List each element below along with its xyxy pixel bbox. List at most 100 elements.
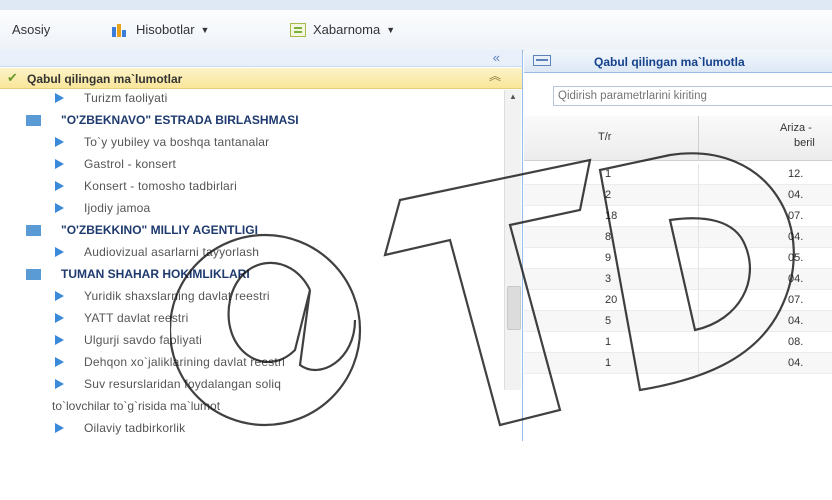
- triangle-right-icon: [55, 423, 64, 433]
- chevron-down-icon: ▼: [386, 24, 396, 35]
- right-panel-title: Qabul qilingan ma`lumotla: [594, 55, 745, 69]
- accordion-title: Qabul qilingan ma`lumotlar: [27, 72, 183, 86]
- table-row[interactable]: 2 04.: [524, 185, 832, 206]
- cell-tr: 20: [605, 294, 618, 306]
- folder-icon: [26, 225, 41, 236]
- menu-reports[interactable]: Hisobotlar ▼: [112, 22, 209, 37]
- table-row[interactable]: 1 12.: [524, 164, 832, 185]
- cell-ariza-date: 04.: [788, 273, 804, 285]
- triangle-right-icon: [55, 93, 64, 103]
- cell-tr: 2: [605, 189, 612, 201]
- cell-tr: 9: [605, 252, 612, 264]
- cell-ariza-date: 07.: [788, 210, 804, 222]
- tree-item-label: Ulgurji savdo faoliyati: [84, 333, 202, 347]
- cell-divider: [698, 185, 699, 205]
- menu-bulletin-label: Xabarnoma: [313, 22, 381, 37]
- column-divider: [698, 116, 699, 160]
- search-input[interactable]: [553, 86, 832, 106]
- check-icon: ✔: [7, 70, 18, 85]
- cell-ariza-date: 04.: [788, 189, 804, 201]
- left-panel: « ✔ Qabul qilingan ma`lumotlar ︽ Turizm …: [0, 50, 523, 441]
- column-header-ariza[interactable]: Ariza -: [780, 122, 812, 134]
- table-row[interactable]: 5 04.: [524, 311, 832, 332]
- table-row[interactable]: 18 07.: [524, 206, 832, 227]
- menu-bulletin[interactable]: Xabarnoma ▼: [290, 22, 395, 37]
- column-header-tr[interactable]: T/r: [598, 131, 611, 143]
- cell-divider: [698, 353, 699, 373]
- triangle-right-icon: [55, 357, 64, 367]
- tree-group-label: "O'ZBEKKINO" MILLIY AGENTLIGI: [61, 223, 258, 237]
- tree-item-label: Suv resurslaridan foydalangan soliq: [84, 377, 282, 391]
- triangle-right-icon: [55, 181, 64, 191]
- panel-list-icon: [533, 55, 551, 66]
- triangle-right-icon: [55, 137, 64, 147]
- menu-home-label: Asosiy: [12, 22, 51, 37]
- cell-tr: 1: [605, 357, 612, 369]
- top-menu-bar: Asosiy Hisobotlar ▼ Xabarnoma ▼: [0, 0, 832, 51]
- menu-home[interactable]: Asosiy: [12, 22, 50, 37]
- scrollbar-thumb[interactable]: [507, 286, 521, 330]
- table-row[interactable]: 9 05.: [524, 248, 832, 269]
- cell-ariza-date: 12.: [788, 168, 804, 180]
- chart-icon: [112, 23, 130, 37]
- table-row[interactable]: 3 04.: [524, 269, 832, 290]
- newsletter-icon: [290, 22, 306, 37]
- triangle-right-icon: [55, 291, 64, 301]
- triangle-right-icon: [55, 203, 64, 213]
- scroll-up-icon[interactable]: ▲: [505, 90, 521, 104]
- cell-ariza-date: 05.: [788, 252, 804, 264]
- cell-tr: 3: [605, 273, 612, 285]
- triangle-right-icon: [55, 335, 64, 345]
- chevron-down-icon: ▼: [200, 24, 210, 35]
- cell-divider: [698, 248, 699, 268]
- cell-tr: 18: [605, 210, 618, 222]
- tree-group-label: "O'ZBEKNAVO" ESTRADA BIRLASHMASI: [61, 113, 299, 127]
- cell-tr: 1: [605, 168, 612, 180]
- cell-tr: 1: [605, 336, 612, 348]
- right-panel: Qabul qilingan ma`lumotla T/r Ariza - be…: [524, 50, 832, 441]
- tree-item-label: Konsert - tomosho tadbirlari: [84, 179, 237, 193]
- table-row[interactable]: 8 04.: [524, 227, 832, 248]
- cell-divider: [698, 206, 699, 226]
- cell-ariza-date: 04.: [788, 315, 804, 327]
- tree-item-label: Audiovizual asarlarni tayyorlash: [84, 245, 260, 259]
- accordion-header-received-data[interactable]: ✔ Qabul qilingan ma`lumotlar ︽: [0, 68, 522, 89]
- tree-scrollbar[interactable]: ▲: [504, 90, 521, 390]
- cell-tr: 5: [605, 315, 612, 327]
- tree-item-label: YATT davlat reestri: [84, 311, 189, 325]
- tree-item-label: Oilaviy tadbirkorlik: [84, 421, 186, 435]
- table-row[interactable]: 20 07.: [524, 290, 832, 311]
- cell-tr: 8: [605, 231, 612, 243]
- collapse-left-icon[interactable]: «: [493, 51, 500, 65]
- cell-divider: [698, 227, 699, 247]
- cell-ariza-date: 07.: [788, 294, 804, 306]
- triangle-right-icon: [55, 379, 64, 389]
- cell-ariza-date: 04.: [788, 357, 804, 369]
- column-header-ariza-line2: beril: [794, 137, 815, 149]
- triangle-right-icon: [55, 247, 64, 257]
- tree-item-label: Dehqon xo`jaliklarining davlat reestri: [84, 355, 286, 369]
- tree-item-label: to`lovchilar to`g`risida ma`lumot: [52, 399, 221, 413]
- table-row[interactable]: 1 04.: [524, 353, 832, 374]
- tree-item-label: To`y yubiley va boshqa tantanalar: [84, 135, 270, 149]
- triangle-right-icon: [55, 313, 64, 323]
- tree-item-label: Yuridik shaxslarning davlat reestri: [84, 289, 270, 303]
- cell-divider: [698, 332, 699, 352]
- tree-item-label: Ijodiy jamoa: [84, 201, 151, 215]
- cell-divider: [698, 164, 699, 184]
- menu-reports-label: Hisobotlar: [136, 22, 195, 37]
- triangle-right-icon: [55, 159, 64, 169]
- table-row[interactable]: 1 08.: [524, 332, 832, 353]
- grid-header: T/r Ariza - beril: [524, 116, 832, 161]
- cell-ariza-date: 08.: [788, 336, 804, 348]
- top-strip: [0, 0, 832, 10]
- right-panel-header: Qabul qilingan ma`lumotla: [524, 50, 832, 73]
- cell-ariza-date: 04.: [788, 231, 804, 243]
- cell-divider: [698, 290, 699, 310]
- cell-divider: [698, 311, 699, 331]
- folder-icon: [26, 115, 41, 126]
- collapse-up-icon[interactable]: ︽: [489, 69, 501, 83]
- left-panel-header: «: [0, 50, 522, 67]
- tree-group-label: TUMAN SHAHAR HOKIMLIKLARI: [61, 267, 250, 281]
- cell-divider: [698, 269, 699, 289]
